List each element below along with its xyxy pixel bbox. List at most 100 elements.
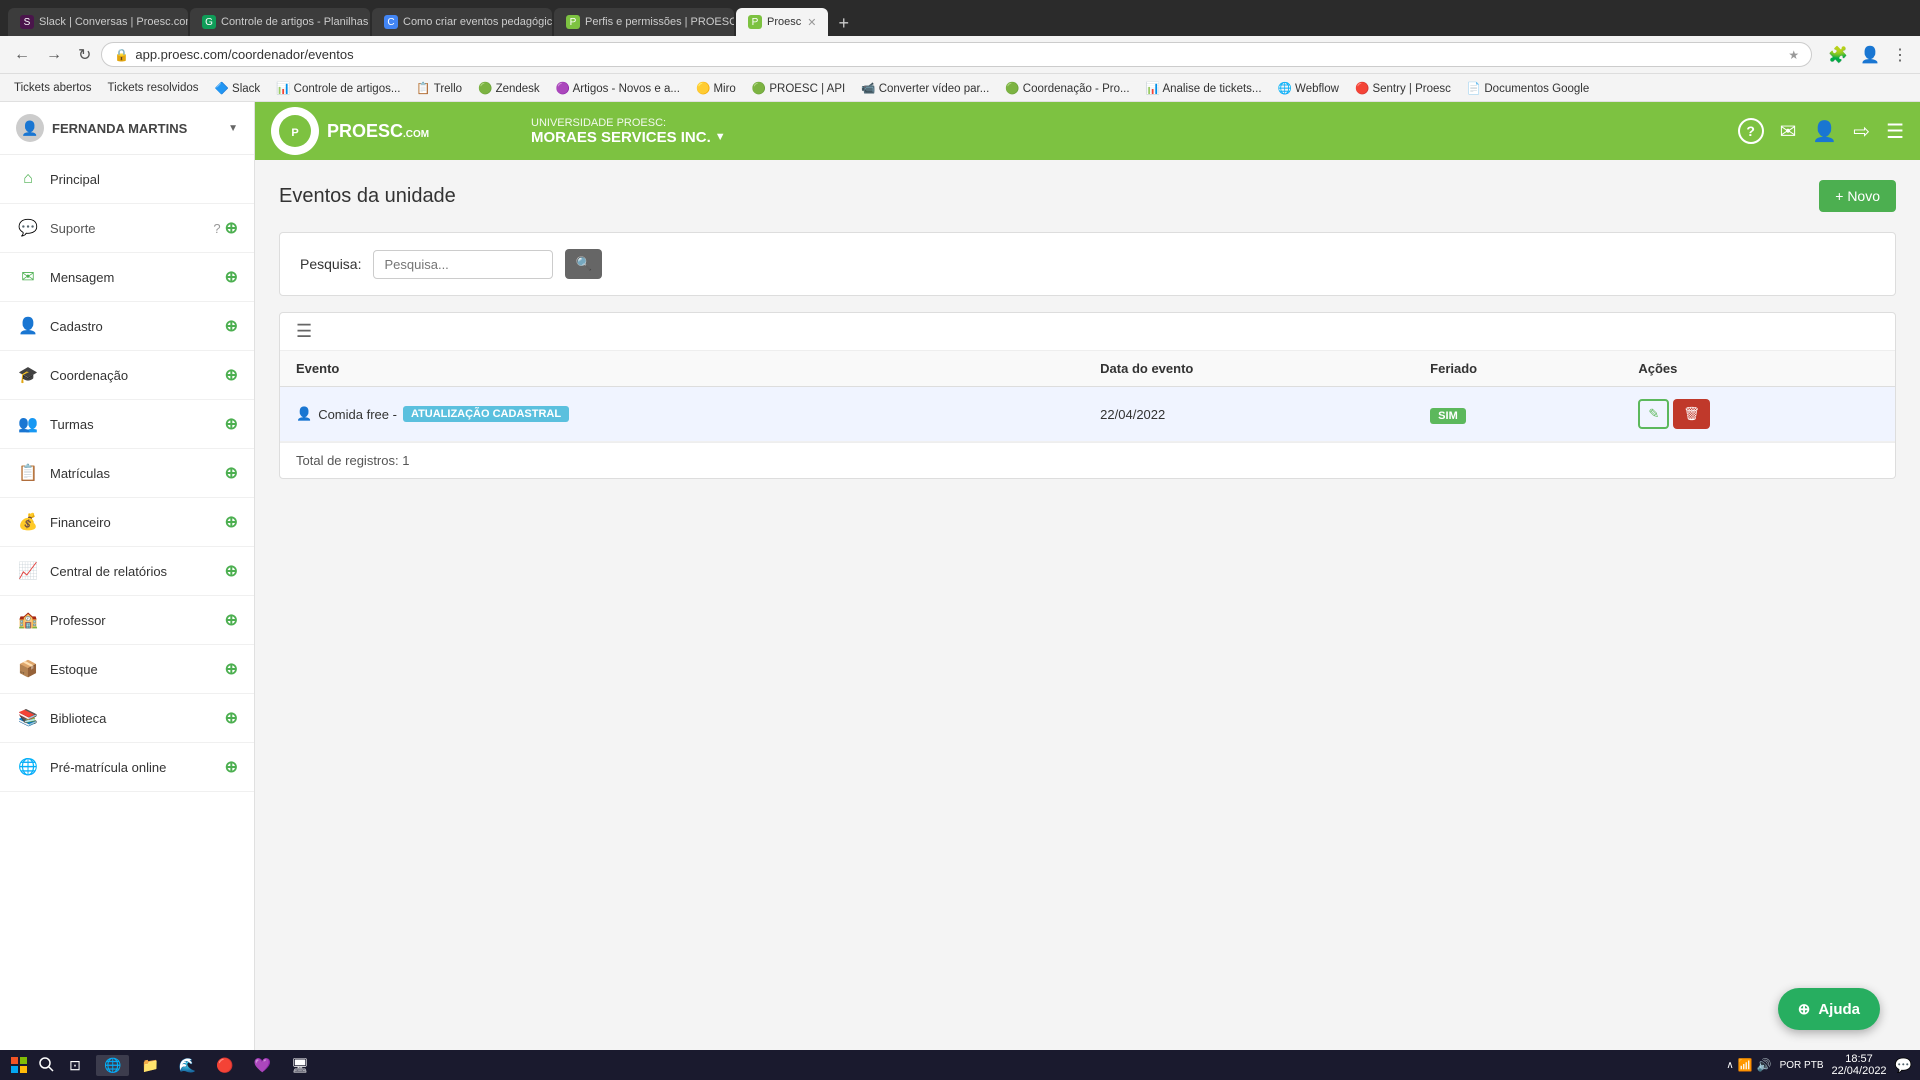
windows-start-icon[interactable] xyxy=(8,1054,30,1076)
reload-button[interactable]: ↻ xyxy=(72,41,97,69)
plus-icon[interactable]: ⊕ xyxy=(225,316,238,336)
sidebar-item-label: Pré-matrícula online xyxy=(50,760,225,775)
sidebar-item-financeiro[interactable]: 💰 Financeiro ⊕ xyxy=(0,498,254,547)
user-header-icon[interactable]: 👤 xyxy=(1812,119,1837,144)
extensions-button[interactable]: 🧩 xyxy=(1824,41,1852,69)
help-icon[interactable]: ? xyxy=(213,221,220,236)
taskbar-app-edge[interactable]: 🌊 xyxy=(171,1055,204,1076)
bookmark-trello[interactable]: 📋 Trello xyxy=(410,79,468,97)
user-profile-bar[interactable]: 👤 FERNANDA MARTINS ▼ xyxy=(0,102,254,155)
taskbar-app-terminal[interactable]: 🖥 xyxy=(283,1055,317,1076)
settings-button[interactable]: ⋮ xyxy=(1888,41,1912,69)
sidebar-item-coordenacao[interactable]: 🎓 Coordenação ⊕ xyxy=(0,351,254,400)
tray-arrow-icon[interactable]: ∧ xyxy=(1726,1060,1733,1071)
tab-proesc-active[interactable]: P Proesc ✕ xyxy=(736,8,828,36)
university-caret-icon[interactable]: ▼ xyxy=(715,131,726,143)
taskbar-search-icon[interactable] xyxy=(36,1054,58,1076)
plus-icon[interactable]: ⊕ xyxy=(225,659,238,679)
taskbar: ⊡ 🌐 📁 🌊 🔴 💜 🖥 ∧ 📶 🔊 POR PTB 1 xyxy=(0,1050,1920,1080)
sidebar-item-matriculas[interactable]: 📋 Matrículas ⊕ xyxy=(0,449,254,498)
events-table-container: ☰ Evento Data do evento Feriado Ações xyxy=(279,312,1896,479)
sidebar-item-biblioteca[interactable]: 📚 Biblioteca ⊕ xyxy=(0,694,254,743)
bookmark-controle[interactable]: 📊 Controle de artigos... xyxy=(270,79,406,97)
nav-icons: 🧩 👤 ⋮ xyxy=(1824,41,1912,69)
taskbar-app-explorer[interactable]: 📁 xyxy=(133,1055,166,1076)
sidebar-item-cadastro[interactable]: 👤 Cadastro ⊕ xyxy=(0,302,254,351)
tab-controle[interactable]: G Controle de artigos - Planilhas G... ✕ xyxy=(190,8,370,36)
sidebar-item-pre-matricula[interactable]: 🌐 Pré-matrícula online ⊕ xyxy=(0,743,254,792)
bookmark-docs[interactable]: 📄 Documentos Google xyxy=(1461,79,1595,97)
plus-icon[interactable]: ⊕ xyxy=(225,512,238,532)
plus-icon[interactable]: ⊕ xyxy=(225,463,238,483)
bookmark-miro[interactable]: 🟡 Miro xyxy=(690,79,742,97)
university-label: UNIVERSIDADE PROESC: xyxy=(531,117,1738,129)
forward-button[interactable]: → xyxy=(40,42,68,68)
top-header: P PROESC.COM UNIVERSIDADE PROESC: MORAES… xyxy=(255,102,1920,160)
menu-header-icon[interactable]: ☰ xyxy=(1886,119,1904,144)
clock[interactable]: 18:57 22/04/2022 xyxy=(1832,1053,1887,1077)
url-input[interactable] xyxy=(135,47,1782,62)
plus-icon[interactable]: ⊕ xyxy=(225,365,238,385)
address-bar[interactable]: 🔒 ★ xyxy=(101,42,1812,67)
cell-acoes: ✎ 🗑 xyxy=(1622,387,1895,442)
help-header-icon[interactable]: ? xyxy=(1738,118,1764,144)
bookmark-webflow[interactable]: 🌐 Webflow xyxy=(1272,79,1345,97)
bookmark-artigos[interactable]: 🟣 Artigos - Novos e a... xyxy=(550,79,686,97)
coordenacao-icon: 🎓 xyxy=(16,363,40,387)
user-caret-icon: ▼ xyxy=(228,123,238,134)
bookmark-coordenacao[interactable]: 🟢 Coordenação - Pro... xyxy=(999,79,1135,97)
search-input[interactable] xyxy=(373,250,553,279)
sidebar-item-estoque[interactable]: 📦 Estoque ⊕ xyxy=(0,645,254,694)
plus-icon[interactable]: ⊕ xyxy=(225,561,238,581)
volume-icon[interactable]: 🔊 xyxy=(1757,1058,1772,1072)
bookmark-sentry[interactable]: 🔴 Sentry | Proesc xyxy=(1349,79,1457,97)
bookmark-tickets-resolvidos[interactable]: Tickets resolvidos xyxy=(102,80,205,96)
sidebar-item-professor[interactable]: 🏫 Professor ⊕ xyxy=(0,596,254,645)
explorer-icon: 📁 xyxy=(141,1057,158,1074)
tab-eventos[interactable]: C Como criar eventos pedagógico... ✕ xyxy=(372,8,552,36)
new-tab-button[interactable]: + xyxy=(830,13,857,34)
sidebar-item-central-relatorios[interactable]: 📈 Central de relatórios ⊕ xyxy=(0,547,254,596)
delete-button[interactable]: 🗑 xyxy=(1673,399,1710,429)
bookmark-analise[interactable]: 📊 Analise de tickets... xyxy=(1140,79,1268,97)
search-button[interactable]: 🔍 xyxy=(565,249,602,279)
mail-header-icon[interactable]: ✉ xyxy=(1780,119,1797,144)
sidebar-item-principal[interactable]: ⌂ Principal xyxy=(0,155,254,204)
list-view-icon[interactable]: ☰ xyxy=(296,321,312,342)
plus-icon[interactable]: ⊕ xyxy=(225,218,238,238)
tab-perfis[interactable]: P Perfis e permissões | PROESC - ... ✕ xyxy=(554,8,734,36)
bookmark-zendesk[interactable]: 🟢 Zendesk xyxy=(472,79,546,97)
sidebar-item-turmas[interactable]: 👥 Turmas ⊕ xyxy=(0,400,254,449)
sidebar-item-mensagem[interactable]: ✉ Mensagem ⊕ xyxy=(0,253,254,302)
locale-info: POR PTB xyxy=(1780,1060,1824,1071)
sidebar-item-label: Matrículas xyxy=(50,466,225,481)
edit-button[interactable]: ✎ xyxy=(1638,399,1669,429)
profile-button[interactable]: 👤 xyxy=(1856,41,1884,69)
sidebar-item-suporte[interactable]: 💬 Suporte ? ⊕ xyxy=(0,204,254,253)
ajuda-button[interactable]: ⊕ Ajuda xyxy=(1778,988,1880,1030)
app-container: 👤 FERNANDA MARTINS ▼ ⌂ Principal 💬 Supor… xyxy=(0,102,1920,1050)
bookmark-slack[interactable]: 🔷 Slack xyxy=(209,79,267,97)
taskbar-cortana-icon[interactable]: ⊡ xyxy=(64,1054,86,1076)
bookmark-proesc-api[interactable]: 🟢 PROESC | API xyxy=(746,79,851,97)
cell-feriado: SIM xyxy=(1414,387,1622,442)
novo-button[interactable]: + Novo xyxy=(1819,180,1896,212)
ajuda-icon: ⊕ xyxy=(1798,1000,1811,1018)
taskbar-app-slack[interactable]: 💜 xyxy=(246,1055,279,1076)
plus-icon[interactable]: ⊕ xyxy=(225,267,238,287)
plus-icon[interactable]: ⊕ xyxy=(225,610,238,630)
bookmark-tickets-abertos[interactable]: Tickets abertos xyxy=(8,80,98,96)
plus-icon[interactable]: ⊕ xyxy=(225,708,238,728)
logout-header-icon[interactable]: ⇨ xyxy=(1853,119,1870,144)
plus-icon[interactable]: ⊕ xyxy=(225,757,238,777)
sidebar-item-label: Financeiro xyxy=(50,515,225,530)
bookmark-converter[interactable]: 📹 Converter vídeo par... xyxy=(855,79,995,97)
back-button[interactable]: ← xyxy=(8,42,36,68)
taskbar-app-chrome2[interactable]: 🔴 xyxy=(208,1055,241,1076)
tab-slack[interactable]: S Slack | Conversas | Proesc.com ✕ xyxy=(8,8,188,36)
taskbar-app-chrome[interactable]: 🌐 xyxy=(96,1055,129,1076)
notifications-icon[interactable]: 💬 xyxy=(1895,1057,1912,1074)
principal-icon: ⌂ xyxy=(16,167,40,191)
plus-icon[interactable]: ⊕ xyxy=(225,414,238,434)
network-icon[interactable]: 📶 xyxy=(1738,1058,1753,1072)
